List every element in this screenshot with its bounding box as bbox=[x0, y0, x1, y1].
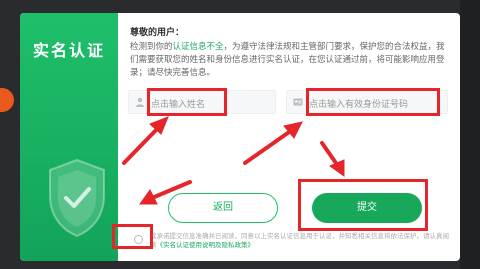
shield-check-icon bbox=[49, 158, 105, 238]
background-panel-right bbox=[460, 0, 480, 269]
annotation-box-checkbox bbox=[112, 224, 153, 249]
privacy-policy-link[interactable]: 《实名认证使用说明及隐私政策》 bbox=[157, 241, 255, 249]
annotation-box-name bbox=[147, 88, 227, 116]
dialog-sidebar: 实名认证 bbox=[20, 13, 118, 261]
annotation-box-id bbox=[306, 88, 440, 116]
description-highlight: 认证信息不全 bbox=[172, 42, 224, 52]
agreement-text: 我承诺提交信息准确并已阅读，同意以上实名认证信息用于认证，并知悉相关信息将依法保… bbox=[150, 232, 450, 250]
back-button[interactable]: 返回 bbox=[168, 193, 278, 223]
greeting-text: 尊敬的用户： bbox=[130, 28, 185, 38]
dialog-title: 实名认证 bbox=[32, 41, 105, 60]
id-card-icon bbox=[293, 98, 303, 106]
annotation-box-submit bbox=[298, 179, 428, 231]
description-prefix: 检测到你的 bbox=[130, 42, 173, 52]
description-text: 检测到你的认证信息不全，为遵守法律法规和主管部门要求，保护您的合法权益，我们需要… bbox=[130, 41, 448, 80]
user-icon bbox=[136, 97, 144, 107]
